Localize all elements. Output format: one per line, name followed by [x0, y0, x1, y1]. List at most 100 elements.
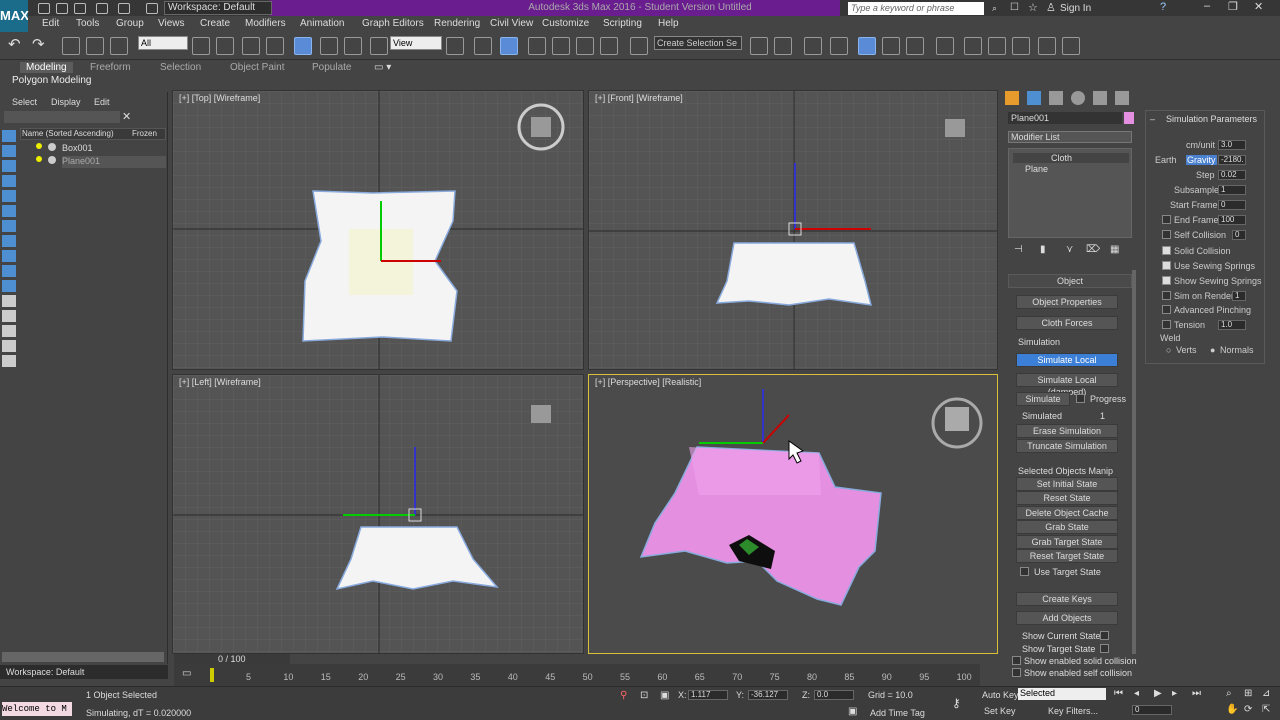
minimize-icon[interactable]: –: [1204, 0, 1210, 12]
lock-icon[interactable]: ⊡: [640, 690, 648, 701]
list-item-box001[interactable]: Box001: [62, 143, 93, 155]
current-frame-field[interactable]: 0: [1132, 705, 1172, 715]
sim-on-render-checkbox[interactable]: [1162, 291, 1171, 300]
select-by-name-icon[interactable]: [216, 37, 234, 55]
grab-state-button[interactable]: Grab State: [1016, 520, 1118, 534]
cloth-forces-button[interactable]: Cloth Forces: [1016, 316, 1118, 330]
viewport-label-top[interactable]: [+] [Top] [Wireframe]: [179, 93, 260, 103]
normals-radio[interactable]: ●: [1210, 345, 1215, 355]
ribbon-tab-modeling[interactable]: Modeling: [20, 62, 73, 73]
open-file-icon[interactable]: [56, 3, 68, 14]
viewport-top[interactable]: [+] [Top] [Wireframe]: [172, 90, 584, 370]
simulate-local-button[interactable]: Simulate Local: [1016, 353, 1118, 367]
object-properties-button[interactable]: Object Properties: [1016, 295, 1118, 309]
pan-icon[interactable]: ✋: [1226, 704, 1238, 715]
search-input[interactable]: Type a keyword or phrase: [848, 2, 984, 15]
configure-sets-icon[interactable]: ▦: [1110, 244, 1119, 255]
column-frozen-header[interactable]: Frozen: [132, 129, 157, 138]
y-coordinate-field[interactable]: -36.127: [748, 690, 788, 700]
solid-collision-checkbox[interactable]: [1162, 246, 1171, 255]
create-keys-button[interactable]: Create Keys: [1016, 592, 1118, 606]
ribbon-polygon-modeling[interactable]: Polygon Modeling: [12, 75, 92, 86]
explorer-find-field[interactable]: [4, 111, 120, 123]
simulate-local-damped-button[interactable]: Simulate Local (damped): [1016, 373, 1118, 397]
a360-gallery-icon[interactable]: [1062, 37, 1080, 55]
modifier-list-dropdown[interactable]: Modifier List: [1008, 131, 1132, 143]
advanced-pinching-checkbox[interactable]: [1162, 305, 1171, 314]
render-setup-icon[interactable]: [936, 37, 954, 55]
verts-radio[interactable]: ○: [1166, 345, 1171, 355]
rect-selection-icon[interactable]: [242, 37, 260, 55]
ribbon-toggle-icon[interactable]: [830, 37, 848, 55]
maxscript-listener[interactable]: Welcome to M: [2, 702, 72, 716]
bind-space-warp-icon[interactable]: [110, 37, 128, 55]
show-target-state-checkbox[interactable]: [1100, 644, 1109, 653]
stack-item-plane[interactable]: Plane: [1025, 164, 1048, 174]
selection-filter-dropdown[interactable]: All: [138, 36, 188, 50]
percent-snap-icon[interactable]: [576, 37, 594, 55]
menu-edit[interactable]: Edit: [42, 18, 59, 29]
redo-icon[interactable]: ↷: [32, 37, 50, 55]
time-marker[interactable]: [210, 668, 214, 682]
mirror-icon[interactable]: [750, 37, 768, 55]
help-icon[interactable]: ?: [1160, 1, 1166, 13]
end-frame-checkbox[interactable]: [1162, 215, 1171, 224]
maximize-viewport-icon[interactable]: ⇱: [1262, 704, 1270, 715]
material-editor-icon[interactable]: [906, 37, 924, 55]
track-bar[interactable]: [174, 664, 980, 686]
command-panel-scrollbar[interactable]: [1132, 270, 1136, 654]
menu-animation[interactable]: Animation: [300, 18, 344, 29]
redo-quick-icon[interactable]: [118, 3, 130, 14]
set-initial-state-button[interactable]: Set Initial State: [1016, 477, 1118, 491]
start-frame-field[interactable]: 0: [1218, 200, 1246, 210]
absolute-mode-icon[interactable]: ▣: [660, 690, 669, 701]
keyboard-shortcut-icon[interactable]: [500, 37, 518, 55]
rendered-frame-icon[interactable]: [964, 37, 982, 55]
viewport-label-perspective[interactable]: [+] [Perspective] [Realistic]: [595, 377, 701, 387]
render-production-icon[interactable]: [988, 37, 1006, 55]
explorer-scrollbar[interactable]: [2, 652, 164, 662]
sim-params-title[interactable]: Simulation Parameters: [1166, 114, 1257, 124]
explorer-menu-edit[interactable]: Edit: [94, 97, 110, 107]
show-solid-collision-checkbox[interactable]: [1012, 656, 1021, 665]
use-sewing-springs-checkbox[interactable]: [1162, 261, 1171, 270]
spinner-snap-icon[interactable]: [600, 37, 618, 55]
ribbon-tab-selection[interactable]: Selection: [160, 62, 201, 73]
pivot-icon[interactable]: [446, 37, 464, 55]
reset-target-state-button[interactable]: Reset Target State: [1016, 549, 1118, 563]
sign-in-link[interactable]: Sign In: [1060, 3, 1091, 14]
show-self-collision-checkbox[interactable]: [1012, 668, 1021, 677]
app-logo[interactable]: MAX: [0, 0, 29, 32]
key-icon[interactable]: ⚷: [952, 696, 961, 710]
light-icon[interactable]: [36, 143, 42, 149]
window-crossing-icon[interactable]: [266, 37, 284, 55]
menu-tools[interactable]: Tools: [76, 18, 99, 29]
zoom-icon[interactable]: ⌕: [1226, 688, 1232, 699]
previous-frame-icon[interactable]: ◂: [1134, 688, 1139, 699]
create-tab-icon[interactable]: [1005, 91, 1019, 105]
menu-create[interactable]: Create: [200, 18, 230, 29]
gravity-label[interactable]: Gravity: [1186, 155, 1217, 165]
modify-tab-icon[interactable]: [1027, 91, 1041, 105]
edit-named-selection-icon[interactable]: [630, 37, 648, 55]
zoom-extents-icon[interactable]: ⊞: [1244, 688, 1252, 699]
menu-views[interactable]: Views: [158, 18, 185, 29]
light-icon[interactable]: [36, 156, 42, 162]
move-icon[interactable]: [294, 37, 312, 55]
viewport-label-left[interactable]: [+] [Left] [Wireframe]: [179, 377, 261, 387]
select-object-icon[interactable]: [192, 37, 210, 55]
ribbon-options-icon[interactable]: ▭ ▾: [374, 62, 391, 73]
pin-stack-icon[interactable]: ⊣: [1014, 244, 1023, 255]
truncate-simulation-button[interactable]: Truncate Simulation: [1016, 439, 1118, 453]
play-icon[interactable]: ▶: [1154, 688, 1162, 699]
menu-modifiers[interactable]: Modifiers: [245, 18, 286, 29]
workspace-status[interactable]: Workspace: Default: [0, 665, 168, 679]
column-name-header[interactable]: Name (Sorted Ascending): [22, 129, 114, 138]
set-key-button[interactable]: Set Key: [984, 706, 1016, 716]
tension-checkbox[interactable]: [1162, 320, 1171, 329]
object-name-field[interactable]: Plane001: [1008, 112, 1122, 124]
angle-snap-icon[interactable]: [552, 37, 570, 55]
layer-manager-icon[interactable]: [804, 37, 822, 55]
gravity-field[interactable]: -2180.: [1218, 155, 1246, 165]
remove-modifier-icon[interactable]: ⌦: [1086, 244, 1100, 255]
